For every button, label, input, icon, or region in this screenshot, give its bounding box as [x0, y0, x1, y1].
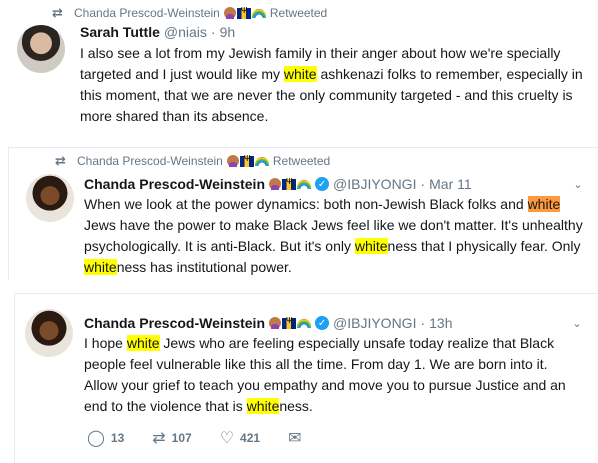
author-name[interactable]: Chanda Prescod-Weinstein [84, 315, 265, 331]
tweet-text: I hope white Jews who are feeling especi… [84, 333, 584, 417]
retweet-icon: ⇄ [52, 5, 63, 20]
text-segment: When we look at the power dynamics: both… [84, 196, 528, 212]
like-button[interactable]: ♡ 421 [220, 428, 260, 448]
retweeted-label: Retweeted [272, 154, 331, 168]
like-count: 421 [240, 431, 261, 445]
barbados-flag-icon [282, 316, 297, 329]
retweeted-label: Retweeted [269, 6, 328, 20]
rainbow-icon [297, 318, 312, 328]
retweet-context: ⇄ Chanda Prescod-Weinstein Retweeted [52, 5, 327, 21]
barbados-flag-icon [282, 177, 297, 190]
chevron-down-icon[interactable]: ⌄ [570, 317, 584, 331]
verified-badge-icon: ✓ [315, 177, 330, 191]
rainbow-icon [254, 156, 269, 166]
separator-dot: · [210, 24, 216, 40]
barbados-flag-icon [239, 154, 254, 167]
reply-icon: ◯ [87, 430, 105, 447]
message-button[interactable]: ✉ [288, 428, 301, 448]
timestamp[interactable]: Mar 11 [429, 176, 472, 192]
tweet-text: When we look at the power dynamics: both… [84, 194, 584, 278]
tweet-text: I also see a lot from my Jewish family i… [80, 43, 585, 127]
highlighted-word: white [126, 335, 160, 351]
tweet-header: Chanda Prescod-Weinstein ✓ @IBJIYONGI · … [84, 176, 472, 192]
profile-emoji [269, 316, 312, 329]
retweet-icon: ⇄ [55, 153, 66, 168]
author-name[interactable]: Chanda Prescod-Weinstein [84, 176, 265, 192]
timestamp[interactable]: 9h [220, 24, 236, 40]
separator-dot: · [420, 176, 426, 192]
avatar[interactable] [26, 174, 74, 222]
highlighted-word: white [527, 196, 561, 212]
person-emoji-icon [269, 317, 282, 329]
retweet-button[interactable]: ⇄ 107 [152, 428, 191, 448]
rainbow-icon [251, 8, 266, 18]
verified-badge-icon: ✓ [315, 316, 330, 330]
timestamp[interactable]: 13h [429, 315, 452, 331]
retweeted-by-name[interactable]: Chanda Prescod-Weinstein [74, 6, 220, 20]
highlighted-word: white [354, 238, 388, 254]
avatar[interactable] [17, 25, 65, 73]
chevron-down-icon[interactable]: ⌄ [571, 178, 585, 192]
text-segment: I hope [84, 335, 127, 351]
retweet-context: ⇄ Chanda Prescod-Weinstein Retweeted [55, 153, 330, 169]
tweet-chanda-13h[interactable]: Chanda Prescod-Weinstein ✓ @IBJIYONGI · … [14, 293, 598, 463]
rainbow-icon [297, 179, 312, 189]
envelope-icon: ✉ [288, 430, 302, 447]
highlighted-word: white [246, 398, 280, 414]
barbados-flag-icon [236, 6, 251, 19]
author-name[interactable]: Sarah Tuttle [80, 24, 160, 40]
reply-button[interactable]: ◯ 13 [87, 428, 124, 448]
text-segment: ness. [279, 398, 313, 414]
author-handle[interactable]: @IBJIYONGI [333, 315, 416, 331]
tweet-chanda-mar11[interactable]: ⇄ Chanda Prescod-Weinstein Retweeted Cha… [8, 147, 598, 280]
tweet-header: Sarah Tuttle @niais · 9h [80, 24, 235, 40]
reply-count: 13 [110, 431, 125, 445]
retweet-count: 107 [171, 431, 192, 445]
highlighted-word: white [84, 259, 117, 275]
heart-icon: ♡ [219, 430, 235, 447]
retweeted-by-name[interactable]: Chanda Prescod-Weinstein [77, 154, 223, 168]
profile-emoji [223, 6, 266, 19]
author-handle[interactable]: @IBJIYONGI [333, 176, 416, 192]
retweet-icon: ⇄ [152, 430, 166, 447]
person-emoji-icon [223, 7, 236, 19]
person-emoji-icon [226, 155, 239, 167]
text-segment: ness has institutional power. [116, 259, 292, 275]
tweet-header: Chanda Prescod-Weinstein ✓ @IBJIYONGI · … [84, 315, 453, 331]
author-handle[interactable]: @niais [164, 24, 207, 40]
avatar[interactable] [25, 309, 73, 357]
tweet-sarah-tuttle[interactable]: ⇄ Chanda Prescod-Weinstein Retweeted Sar… [0, 0, 598, 138]
tweet-actions: ◯ 13 ⇄ 107 ♡ 421 ✉ [87, 428, 329, 448]
profile-emoji [226, 154, 269, 167]
highlighted-word: white [283, 66, 317, 82]
person-emoji-icon [269, 178, 282, 190]
text-segment: ness that I physically fear. Only [387, 238, 581, 254]
profile-emoji [269, 177, 312, 190]
separator-dot: · [420, 315, 426, 331]
